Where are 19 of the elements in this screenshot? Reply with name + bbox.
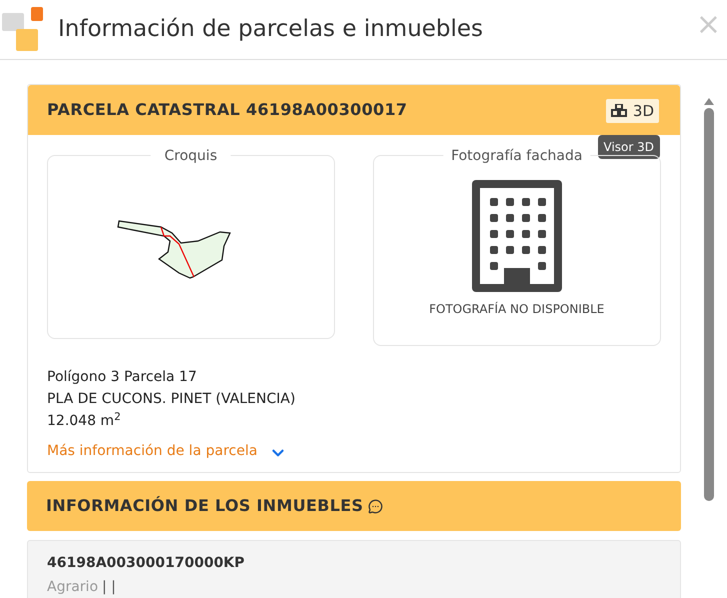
parcel-info-line: PLA DE CUCONS. PINET (VALENCIA) [47,390,296,409]
scroll-up-icon[interactable] [704,98,714,105]
view-3d-button[interactable]: 3D [606,99,659,123]
separator-text: | | [102,578,116,597]
scrollbar-thumb[interactable] [704,108,714,501]
window-title: Información de parcelas e inmuebles [58,15,484,44]
photo-unavailable-text: FOTOGRAFÍA NO DISPONIBLE [429,300,604,318]
property-reference: 46198A003000170000KP [47,554,246,573]
building-icon [472,180,562,292]
parcel-info-line: 12.048 m$^{2}$ [47,410,122,431]
comment-icon [368,498,384,514]
logo-icon [1,6,45,52]
property-use: Agrario [47,578,98,597]
tooltip: Visor 3D [598,135,660,159]
parcel-info-line: Polígono 3 Parcela 17 [47,368,198,387]
cubes-icon [610,104,628,118]
properties-title: INFORMACIÓN DE LOS INMUEBLES [46,495,364,517]
property-card[interactable]: 46198A003000170000KP Agrario | | [27,540,681,598]
parcel-title: PARCELA CATASTRAL 46198A00300017 [47,99,408,121]
